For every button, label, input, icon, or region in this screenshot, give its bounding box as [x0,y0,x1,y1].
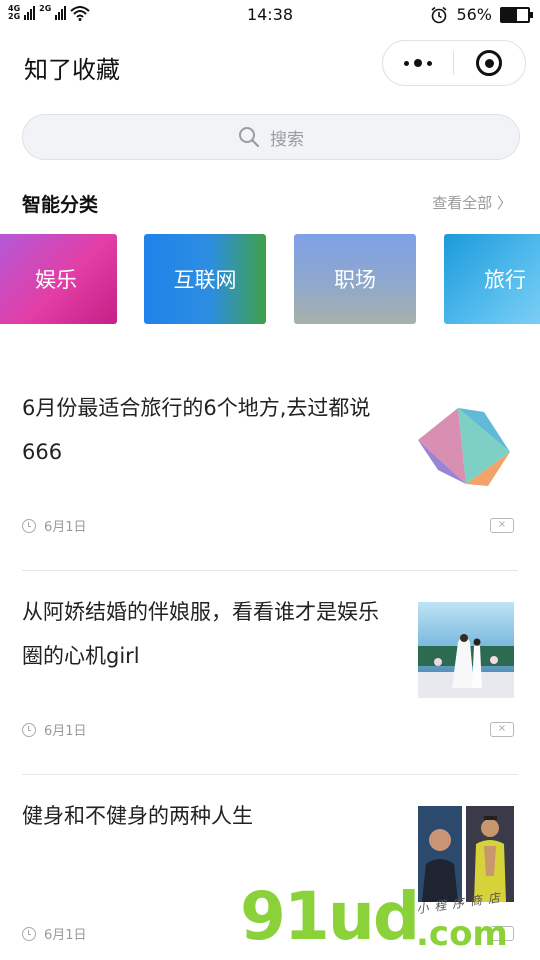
see-all-link[interactable]: 查看全部 〉 [432,192,512,213]
article-date: 6月1日 [22,720,87,739]
watermark-suffix: .com [416,914,508,954]
smart-category-header: 智能分类 查看全部 〉 [22,188,518,218]
dismiss-button[interactable]: × [490,518,514,533]
battery-icon [500,6,533,23]
status-right: 56% [430,5,533,24]
clock-icon [22,926,36,941]
category-label: 职场 [334,268,376,292]
category-card-travel[interactable]: 旅行 [444,234,540,324]
more-dot-icon [427,60,432,66]
watermark-script: 小程序商店 [415,889,507,917]
category-label: 互联网 [173,268,237,292]
category-label: 旅行 [484,268,526,292]
category-carousel[interactable]: 娱乐 互联网 职场 旅行 [0,234,540,326]
category-card-workplace[interactable]: 职场 [294,234,416,324]
article-item[interactable]: 6月份最适合旅行的6个地方,去过都说666 6月1日 × [22,386,518,546]
more-dot-icon [404,60,409,66]
battery-percent: 56% [456,5,492,24]
more-button[interactable] [383,41,453,85]
article-date: 6月1日 [22,924,87,943]
target-close-icon [476,50,502,76]
alarm-clock-icon [431,6,447,23]
mini-program-capsule [382,40,526,86]
search-placeholder: 搜索 [270,129,304,150]
section-title: 智能分类 [22,194,99,216]
clock-icon [22,722,36,737]
article-date-text: 6月1日 [44,928,87,943]
battery-fill [502,8,517,21]
search-icon [239,127,260,148]
article-title[interactable]: 6月份最适合旅行的6个地方,去过都说666 [22,386,392,474]
article-date-text: 6月1日 [44,724,87,739]
article-title[interactable]: 健身和不健身的两种人生 [22,794,392,838]
divider [22,774,518,775]
category-card-entertainment[interactable]: 娱乐 [0,234,117,324]
clock-icon [22,518,36,533]
search-input[interactable]: 搜索 [22,114,520,160]
article-thumbnail [418,408,510,486]
category-label: 娱乐 [35,268,77,292]
article-title[interactable]: 从阿娇结婚的伴娘服，看看谁才是娱乐圈的心机girl [22,590,392,678]
more-dot-icon [414,59,422,67]
article-thumbnail [418,602,514,698]
page-title: 知了收藏 [24,56,120,84]
close-mini-program-button[interactable] [454,41,524,85]
status-bar: 4G 2G 2G . 14:38 56% [0,0,540,30]
dismiss-button[interactable]: × [490,722,514,737]
header: 知了收藏 [0,40,540,88]
watermark-main: 91ud [240,878,420,955]
category-card-internet[interactable]: 互联网 [144,234,266,324]
divider [22,570,518,571]
site-watermark: 91ud 小程序商店 .com [240,880,540,960]
article-date-text: 6月1日 [44,520,87,535]
article-item[interactable]: 从阿娇结婚的伴娘服，看看谁才是娱乐圈的心机girl 6月1日 × [22,590,518,750]
article-date: 6月1日 [22,516,87,535]
